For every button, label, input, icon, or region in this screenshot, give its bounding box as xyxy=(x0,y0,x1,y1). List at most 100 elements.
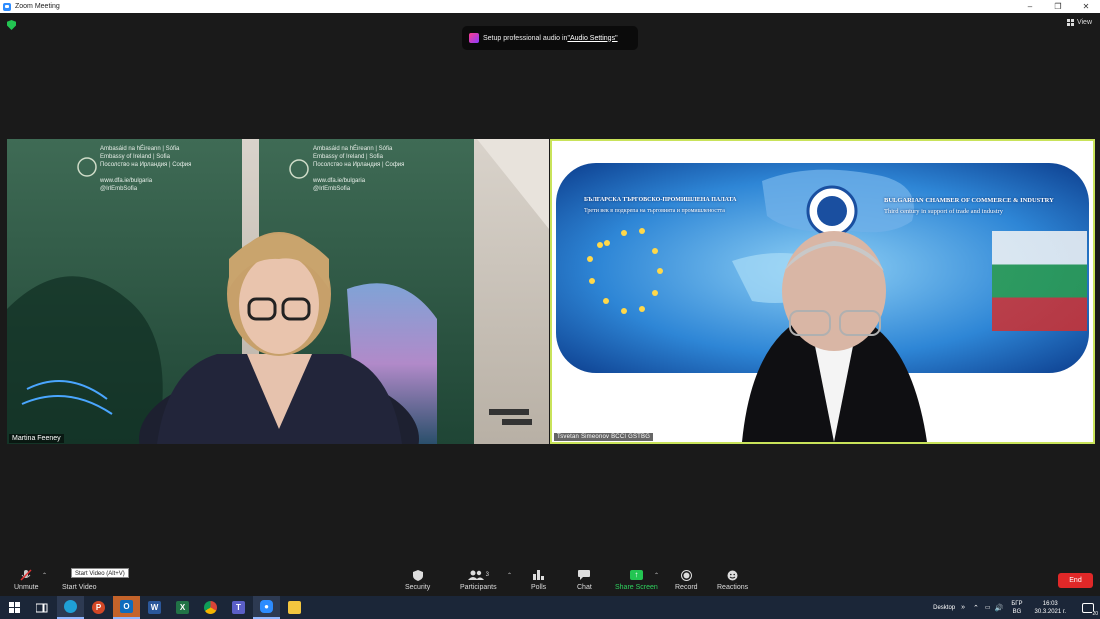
windows-start-icon[interactable] xyxy=(9,601,21,614)
banner-text: Embassy of Ireland | Sofia xyxy=(100,154,170,160)
chat-button[interactable]: Chat xyxy=(577,569,592,591)
banner-text: BULGARIAN CHAMBER OF COMMERCE & INDUSTRY xyxy=(884,197,1054,204)
share-options-caret[interactable]: ⌃ xyxy=(654,572,659,579)
close-button[interactable]: ✕ xyxy=(1072,0,1100,13)
toolbar-chevron-icon[interactable]: » xyxy=(961,604,965,611)
video-tile-tsvetan[interactable]: БЪЛГАРСКА ТЪРГОВСКО-ПРОМИШЛЕНА ПАЛАТА Тр… xyxy=(550,139,1095,444)
banner-text: Посолство на Ирландия | София xyxy=(313,162,405,168)
audio-options-caret[interactable]: ⌃ xyxy=(42,572,47,579)
meeting-controls: Unmute ⌃ Start Video Security 3 Particip… xyxy=(0,561,1100,596)
audio-settings-toast[interactable]: Setup professional audio in "Audio Setti… xyxy=(462,26,638,50)
polls-icon xyxy=(533,569,545,581)
end-button[interactable]: End xyxy=(1058,573,1093,588)
taskbar-word[interactable]: W xyxy=(141,596,168,619)
chat-label: Chat xyxy=(577,584,592,591)
zoom-app-icon xyxy=(3,2,11,11)
banner-text: Трети век в подкрепа на търговията и про… xyxy=(584,208,725,214)
windows-taskbar: P O W X T ● Desktop » ⌃ ▭ 🔊 БГР BG 16:03… xyxy=(0,596,1100,619)
word-icon: W xyxy=(148,601,161,614)
unmute-label: Unmute xyxy=(14,584,39,591)
minimize-button[interactable]: – xyxy=(1016,0,1044,13)
banner-text: Embassy of Ireland | Sofia xyxy=(313,154,383,160)
grid-icon xyxy=(1066,19,1074,26)
record-button[interactable]: Record xyxy=(675,569,698,591)
embassy-banner-left: Ambasáid na hÉireann | Sófia Embassy of … xyxy=(100,145,240,193)
banner-web: www.dfa.ie/bulgaria xyxy=(313,178,366,184)
task-view-button[interactable] xyxy=(28,596,55,619)
participant-name-label: Tsvetan Simeonov BCCI GSTBG xyxy=(554,433,654,441)
taskbar-file-explorer[interactable] xyxy=(281,596,308,619)
participants-label: Participants xyxy=(460,584,497,591)
reactions-label: Reactions xyxy=(717,584,749,591)
desktop-toolbar[interactable]: Desktop xyxy=(933,605,955,611)
embassy-banner-right: Ambasáid na hÉireann | Sófia Embassy of … xyxy=(313,145,463,193)
tray-overflow-icon[interactable]: ⌃ xyxy=(973,604,979,612)
security-label: Security xyxy=(405,584,431,591)
powerpoint-icon: P xyxy=(92,601,105,614)
mic-badge-icon xyxy=(469,33,479,43)
taskbar-edge[interactable] xyxy=(57,596,84,619)
video-tile-martina[interactable]: Ambasáid na hÉireann | Sófia Embassy of … xyxy=(7,139,549,444)
banner-web: www.dfa.ie/bulgaria xyxy=(100,178,153,184)
banner-twitter: @IrlEmbSofia xyxy=(313,186,351,192)
video-frame-embassy xyxy=(7,139,549,444)
share-screen-icon: ↑ xyxy=(629,569,643,581)
chat-icon xyxy=(578,569,591,581)
edge-icon xyxy=(64,600,77,613)
participants-button[interactable]: 3 Participants xyxy=(460,569,497,591)
taskbar-zoom[interactable]: ● xyxy=(253,596,280,619)
clock-date: 30.3.2021 г. xyxy=(1034,608,1066,615)
volume-icon[interactable]: 🔊 xyxy=(995,604,1004,612)
encryption-shield-icon[interactable] xyxy=(7,20,16,30)
task-view-icon xyxy=(35,603,47,612)
polls-button[interactable]: Polls xyxy=(531,569,546,591)
bcci-banner-en: BULGARIAN CHAMBER OF COMMERCE & INDUSTRY… xyxy=(884,195,1084,217)
participants-icon: 3 xyxy=(467,569,489,581)
banner-twitter: @IrlEmbSofia xyxy=(100,186,138,192)
view-button[interactable]: View xyxy=(1066,19,1092,26)
maximize-button[interactable]: ❐ xyxy=(1044,0,1072,13)
window-controls: – ❐ ✕ xyxy=(1016,0,1100,13)
banner-text: Third century in support of trade and in… xyxy=(884,208,1003,215)
unmute-button[interactable]: Unmute xyxy=(14,569,39,591)
participants-count: 3 xyxy=(485,572,489,578)
start-video-label: Start Video xyxy=(62,584,97,591)
taskbar-powerpoint[interactable]: P xyxy=(85,596,112,619)
outlook-icon: O xyxy=(120,600,133,613)
video-frame-bcci xyxy=(552,141,1093,442)
participants-options-caret[interactable]: ⌃ xyxy=(507,572,512,579)
clock-time: 16:03 xyxy=(1042,600,1058,607)
participant-name-label: Martina Feeney xyxy=(9,434,64,443)
excel-icon: X xyxy=(176,601,189,614)
system-tray: Desktop » ⌃ ▭ 🔊 БГР BG 16:03 30.3.2021 г… xyxy=(933,596,1100,619)
security-button[interactable]: Security xyxy=(405,569,430,591)
bcci-banner-bg: БЪЛГАРСКА ТЪРГОВСКО-ПРОМИШЛЕНА ПАЛАТА Тр… xyxy=(584,195,784,217)
shield-icon xyxy=(412,569,423,581)
taskbar-outlook[interactable]: O xyxy=(113,596,140,619)
language-layout: BG xyxy=(1012,608,1022,615)
chrome-icon xyxy=(204,601,217,614)
language-code: БГР xyxy=(1011,600,1023,607)
reactions-button[interactable]: Reactions xyxy=(717,569,748,591)
input-language[interactable]: БГР BG xyxy=(1011,600,1022,616)
notifications-icon[interactable]: 20 xyxy=(1082,602,1098,617)
taskbar-excel[interactable]: X xyxy=(169,596,196,619)
toast-text: Setup professional audio in xyxy=(483,34,568,42)
banner-text: Ambasáid na hÉireann | Sófia xyxy=(313,146,393,152)
audio-settings-link[interactable]: "Audio Settings" xyxy=(567,35,617,42)
polls-label: Polls xyxy=(531,584,547,591)
record-label: Record xyxy=(675,584,698,591)
taskbar-chrome[interactable] xyxy=(197,596,224,619)
share-screen-label: Share Screen xyxy=(615,584,658,591)
window-titlebar: Zoom Meeting – ❐ ✕ xyxy=(0,0,1100,13)
zoom-icon: ● xyxy=(260,600,273,613)
mic-muted-icon xyxy=(20,569,32,581)
banner-text: Ambasáid na hÉireann | Sófia xyxy=(100,146,180,152)
teams-icon: T xyxy=(232,601,245,614)
taskbar-teams[interactable]: T xyxy=(225,596,252,619)
reactions-icon xyxy=(727,569,738,581)
share-screen-button[interactable]: ↑ Share Screen xyxy=(615,569,658,591)
clock[interactable]: 16:03 30.3.2021 г. xyxy=(1035,600,1066,616)
network-icon[interactable]: ▭ xyxy=(985,604,991,611)
start-video-tooltip: Start Video (Alt+V) xyxy=(71,568,129,578)
